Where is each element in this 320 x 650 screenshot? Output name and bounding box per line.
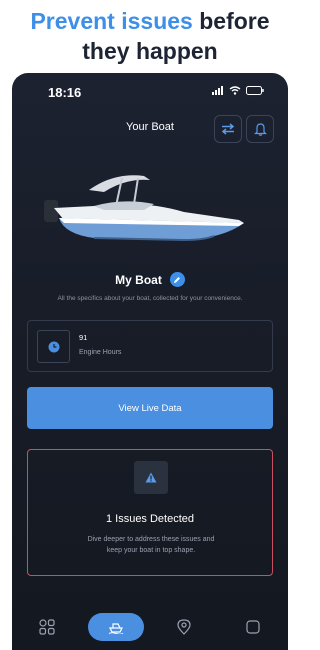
switch-boat-button[interactable] — [214, 115, 242, 143]
boat-name-row: My Boat — [12, 272, 288, 287]
issues-title: 1 Issues Detected — [105, 513, 195, 525]
bottom-nav — [12, 606, 288, 650]
warning-icon — [145, 472, 157, 483]
pencil-icon — [174, 276, 181, 283]
location-pin-icon — [177, 619, 191, 635]
notifications-button[interactable] — [246, 115, 274, 143]
boat-name: My Boat — [115, 272, 162, 287]
engine-hours-icon-box — [37, 330, 70, 363]
issues-description: Dive deeper to address these issues and … — [87, 536, 215, 554]
signal-icon — [212, 86, 223, 95]
view-live-data-button[interactable]: View Live Data — [27, 387, 273, 429]
nav-item-boat[interactable] — [88, 613, 144, 641]
warning-icon-box — [134, 461, 168, 494]
promo-text: before — [192, 8, 270, 34]
boat-icon — [108, 623, 124, 634]
promo-text-line2: they happen — [82, 38, 218, 64]
phone-screen: 18:16 Your Boat My Boat All the specific… — [12, 73, 288, 650]
wifi-icon — [229, 86, 241, 95]
status-bar: 18:16 — [12, 73, 288, 113]
edit-boat-button[interactable] — [169, 272, 185, 287]
battery-icon — [246, 86, 264, 95]
swap-arrows-icon — [221, 123, 235, 135]
boat-image — [44, 175, 244, 242]
clock-icon — [48, 341, 59, 352]
engine-hours-card[interactable]: 91 Engine Hours — [27, 320, 273, 372]
square-icon — [246, 620, 260, 634]
issues-card[interactable]: 1 Issues Detected Dive deeper to address… — [27, 449, 273, 576]
status-time: 18:16 — [48, 85, 82, 100]
nav-item-more[interactable] — [240, 613, 266, 641]
nav-item-dashboard[interactable] — [34, 613, 60, 641]
promo-accent-text: Prevent issues — [30, 8, 193, 34]
promo-headline: Prevent issues before they happen — [0, 6, 300, 66]
bell-icon — [253, 123, 267, 136]
status-icons — [212, 86, 264, 95]
boat-description: All the specifics about your boat, colle… — [57, 295, 243, 302]
grid-icon — [39, 619, 55, 635]
engine-hours-label: Engine Hours — [79, 349, 122, 356]
nav-item-location[interactable] — [171, 613, 197, 641]
top-bar: Your Boat — [12, 113, 288, 149]
engine-hours-value: 91 — [79, 333, 88, 342]
